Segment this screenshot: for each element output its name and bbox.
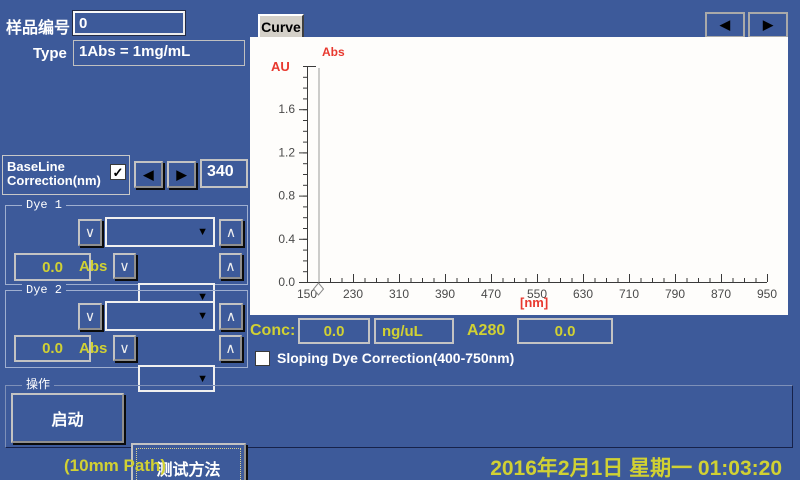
dye2-group: Dye 2 ∨ ▼ ∧ 0.0 Abs ∨ ▼ ∧ <box>5 290 248 368</box>
baseline-increment-button[interactable]: ▶ <box>167 161 196 188</box>
conc-label: Conc: <box>250 322 295 340</box>
left-arrow-icon: ◀ <box>144 167 154 183</box>
svg-text:470: 470 <box>481 287 501 301</box>
dye1-abs-label: Abs <box>79 258 107 275</box>
baseline-correction-box: BaseLine Correction(nm) ✓ <box>2 155 130 195</box>
up-chevron-icon: ∧ <box>226 224 236 241</box>
dye1-abs-down-button[interactable]: ∨ <box>113 253 136 279</box>
down-chevron-icon: ∨ <box>85 308 95 325</box>
right-arrow-icon: ▶ <box>177 167 187 183</box>
baseline-checkbox[interactable]: ✓ <box>110 164 126 180</box>
dye1-title: Dye 1 <box>22 198 66 212</box>
svg-text:0.4: 0.4 <box>278 232 295 246</box>
baseline-decrement-button[interactable]: ◀ <box>134 161 163 188</box>
type-label: Type <box>33 45 67 62</box>
absorbance-chart: Abs AU [nm] 0.00.40.81.21.61502303103904… <box>250 37 788 315</box>
down-chevron-icon: ∨ <box>85 224 95 241</box>
operations-title: 操作 <box>22 378 54 392</box>
chart-plot-area[interactable]: 0.00.40.81.21.61502303103904705506307107… <box>250 37 788 315</box>
dye2-abs-down-button[interactable]: ∨ <box>113 335 136 361</box>
left-arrow-icon: ◀ <box>720 17 730 33</box>
svg-text:790: 790 <box>665 287 685 301</box>
svg-text:0.8: 0.8 <box>278 189 295 203</box>
dye1-abs-up-button[interactable]: ∧ <box>219 253 242 279</box>
dropdown-arrow-icon: ▼ <box>197 226 208 238</box>
conc-unit-field[interactable]: ng/uL <box>374 318 454 344</box>
tab-curve[interactable]: Curve <box>258 14 304 37</box>
dropdown-arrow-icon: ▼ <box>197 373 208 385</box>
sample-number-label: 样品编号 <box>6 14 70 38</box>
svg-text:0.0: 0.0 <box>278 275 295 289</box>
down-chevron-icon: ∨ <box>119 340 129 357</box>
path-length-label: (10mm Path) <box>64 456 166 476</box>
a280-value-field: 0.0 <box>517 318 613 344</box>
svg-text:1.6: 1.6 <box>278 102 295 116</box>
svg-text:1.2: 1.2 <box>278 145 295 159</box>
svg-text:710: 710 <box>619 287 639 301</box>
type-input[interactable]: 1Abs = 1mg/mL <box>73 40 245 66</box>
dropdown-arrow-icon: ▼ <box>197 310 208 322</box>
baseline-value-field[interactable]: 340 <box>200 159 248 188</box>
sample-number-input[interactable]: 0 <box>73 11 185 35</box>
down-chevron-icon: ∨ <box>119 258 129 275</box>
chart-next-button[interactable]: ▶ <box>748 12 788 38</box>
svg-text:950: 950 <box>757 287 777 301</box>
chart-x-axis-label: [nm] <box>520 295 548 310</box>
dye1-wavelength-down-button[interactable]: ∨ <box>78 219 102 246</box>
conc-value-field: 0.0 <box>298 318 370 344</box>
svg-text:310: 310 <box>389 287 409 301</box>
start-button[interactable]: 启动 <box>11 393 124 443</box>
dye2-title: Dye 2 <box>22 283 66 297</box>
a280-label: A280 <box>467 322 505 340</box>
sloping-dye-checkbox[interactable] <box>255 351 270 366</box>
svg-text:390: 390 <box>435 287 455 301</box>
dye2-dropdown[interactable]: ▼ <box>105 301 215 331</box>
svg-text:630: 630 <box>573 287 593 301</box>
right-arrow-icon: ▶ <box>763 17 773 33</box>
up-chevron-icon: ∧ <box>225 340 235 357</box>
dye2-abs-up-button[interactable]: ∧ <box>219 335 242 361</box>
dye2-wavelength-up-button[interactable]: ∧ <box>219 303 243 330</box>
dye2-abs-label: Abs <box>79 340 107 357</box>
chart-y-axis-label: AU <box>271 59 290 74</box>
datetime-label: 2016年2月1日 星期一 01:03:20 <box>490 452 782 480</box>
up-chevron-icon: ∧ <box>226 308 236 325</box>
dye1-dropdown[interactable]: ▼ <box>105 217 215 247</box>
chart-title: Abs <box>322 45 345 59</box>
spectrophotometer-screen: { "colors": { "bg": "#3D5A9A", "accent_y… <box>0 0 800 480</box>
dye2-wavelength-down-button[interactable]: ∨ <box>78 303 102 330</box>
operations-group: 操作 启动 测试方法 Blank Reblank 返回 <box>5 385 793 448</box>
dye1-group: Dye 1 ∨ ▼ ∧ 0.0 Abs ∨ ▼ ∧ <box>5 205 248 285</box>
chart-prev-button[interactable]: ◀ <box>705 12 745 38</box>
svg-text:870: 870 <box>711 287 731 301</box>
dye1-wavelength-up-button[interactable]: ∧ <box>219 219 243 246</box>
svg-text:230: 230 <box>343 287 363 301</box>
sloping-dye-label: Sloping Dye Correction(400-750nm) <box>277 350 514 366</box>
check-icon: ✓ <box>113 166 124 179</box>
up-chevron-icon: ∧ <box>225 258 235 275</box>
